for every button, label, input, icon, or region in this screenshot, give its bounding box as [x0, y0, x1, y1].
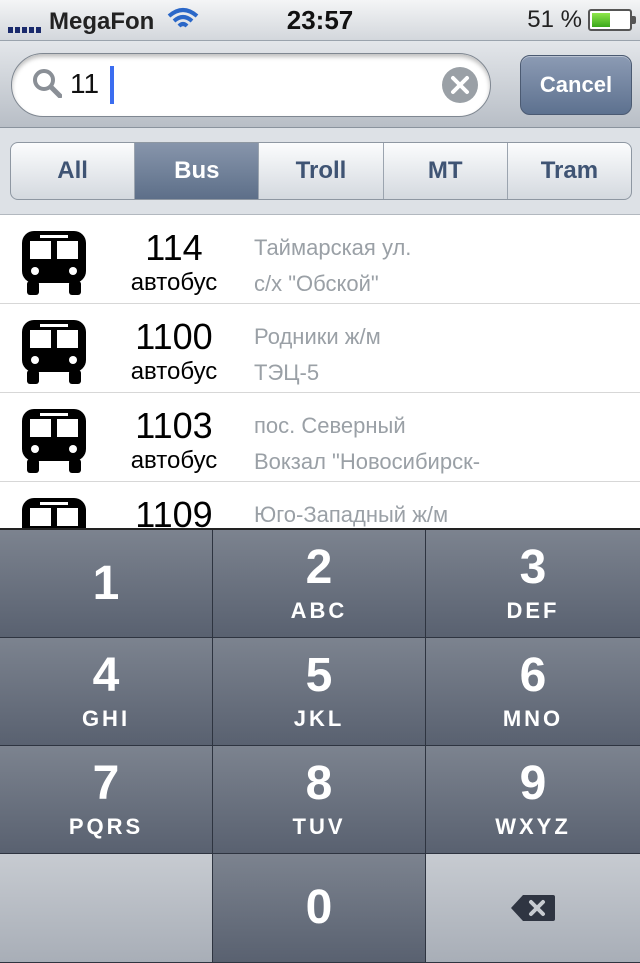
key-7[interactable]: 7 PQRS: [0, 746, 213, 854]
key-digit: 6: [519, 648, 547, 702]
key-2[interactable]: 2 ABC: [213, 530, 426, 638]
numeric-keypad: 1 2 ABC 3 DEF 4 GHI 5 JKL 6 MNO 7 PQRS 8…: [0, 528, 640, 963]
route-end: ТЭЦ-5: [254, 360, 320, 385]
key-letters: PQRS: [68, 813, 144, 839]
route-number: 114: [145, 227, 203, 268]
bus-icon: [20, 409, 88, 480]
key-letters: WXYZ: [495, 813, 571, 839]
key-8[interactable]: 8 TUV: [213, 746, 426, 854]
key-5[interactable]: 5 JKL: [213, 638, 426, 746]
filter-bar: All Bus Troll MT Tram: [0, 128, 640, 215]
key-digit: 8: [305, 756, 333, 810]
clear-icon: [451, 76, 469, 94]
key-letters: GHI: [81, 705, 131, 731]
tab-tram[interactable]: Tram: [508, 143, 631, 199]
key-digit: 7: [92, 756, 120, 810]
tab-all[interactable]: All: [11, 143, 136, 199]
route-start: пос. Северный: [254, 413, 406, 438]
search-icon: [32, 68, 63, 103]
battery-percent: 51 %: [527, 6, 582, 33]
route-start: Родники ж/м: [254, 324, 381, 349]
route-end: с/х "Обской": [254, 271, 379, 296]
route-start: Юго-Западный ж/м: [254, 502, 449, 527]
backspace-icon: [511, 895, 555, 921]
list-item[interactable]: 114 автобус Таймарская ул. с/х "Обской": [0, 215, 640, 304]
list-item[interactable]: 1109 Юго-Западный ж/м: [0, 482, 640, 528]
key-letters: ABC: [290, 597, 348, 623]
key-digit: 2: [305, 540, 333, 594]
clear-button[interactable]: [442, 67, 478, 103]
key-digit: 9: [519, 756, 547, 810]
tab-mt[interactable]: MT: [384, 143, 508, 199]
search-value: 11: [70, 68, 100, 99]
bus-icon: [20, 320, 88, 391]
key-digit: 5: [305, 648, 333, 702]
search-input[interactable]: 11: [11, 53, 491, 117]
key-3[interactable]: 3 DEF: [426, 530, 640, 638]
list-item[interactable]: 1103 автобус пос. Северный Вокзал "Новос…: [0, 393, 640, 482]
route-type: автобус: [130, 358, 218, 385]
route-list: 114 автобус Таймарская ул. с/х "Обской" …: [0, 215, 640, 528]
key-6[interactable]: 6 MNO: [426, 638, 640, 746]
bus-icon: [20, 231, 88, 302]
key-0[interactable]: 0: [213, 854, 426, 963]
bus-icon: [20, 498, 88, 528]
route-number: 1103: [135, 405, 213, 446]
route-start: Таймарская ул.: [254, 235, 412, 260]
transport-type-selector: All Bus Troll MT Tram: [10, 142, 632, 200]
key-letters: DEF: [506, 597, 560, 623]
search-bar: 11 Cancel: [0, 41, 640, 128]
key-1[interactable]: 1: [0, 530, 213, 638]
key-blank: [0, 854, 213, 963]
key-letters: TUV: [292, 813, 346, 839]
route-type: автобус: [130, 447, 218, 474]
text-caret: [110, 66, 114, 104]
key-letters: MNO: [502, 705, 564, 731]
status-bar: MegaFon 23:57 51 %: [0, 0, 640, 41]
route-type: автобус: [130, 269, 218, 296]
status-right: 51 %: [527, 6, 636, 34]
battery-icon: [588, 9, 636, 31]
list-item[interactable]: 1100 автобус Родники ж/м ТЭЦ-5: [0, 304, 640, 393]
key-digit: 0: [305, 881, 333, 934]
key-digit: 1: [92, 556, 120, 610]
backspace-key[interactable]: [426, 854, 640, 963]
tab-troll[interactable]: Troll: [259, 143, 384, 199]
cancel-button[interactable]: Cancel: [520, 55, 632, 115]
key-4[interactable]: 4 GHI: [0, 638, 213, 746]
tab-bus[interactable]: Bus: [135, 143, 260, 199]
key-9[interactable]: 9 WXYZ: [426, 746, 640, 854]
key-digit: 3: [519, 540, 547, 594]
route-end: Вокзал "Новосибирск-: [254, 449, 481, 474]
battery-level: [592, 13, 610, 27]
key-digit: 4: [92, 648, 120, 702]
route-number: 1109: [135, 494, 213, 528]
route-number: 1100: [135, 316, 213, 357]
key-letters: JKL: [293, 705, 345, 731]
